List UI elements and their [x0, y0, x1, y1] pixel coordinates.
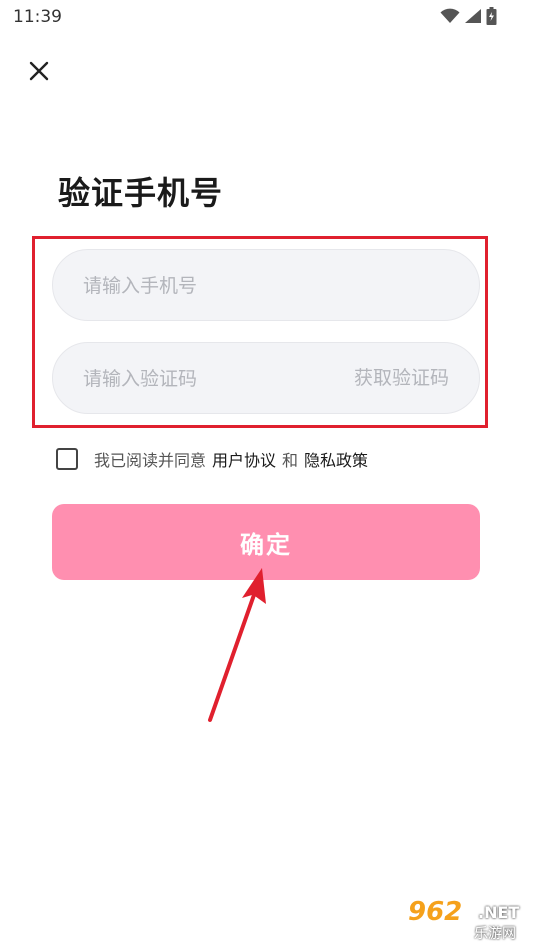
annotation-highlight-box	[32, 236, 488, 428]
annotation-arrow	[208, 568, 266, 722]
battery-icon	[486, 7, 497, 25]
status-icons	[440, 6, 497, 26]
status-time: 11:39	[13, 7, 62, 27]
agreement-row: 我已阅读并同意 用户协议 和 隐私政策	[56, 446, 374, 472]
page-title: 验证手机号	[58, 174, 224, 212]
agreement-prefix-text: 我已阅读并同意	[94, 451, 207, 470]
agreement-checkbox[interactable]	[56, 448, 78, 470]
privacy-policy-link[interactable]: 隐私政策	[304, 447, 368, 471]
signal-icon	[465, 9, 481, 23]
close-icon	[29, 61, 49, 81]
wifi-icon	[440, 8, 460, 23]
user-agreement-link[interactable]: 用户协议	[212, 447, 276, 471]
watermark-subtitle: 乐游网	[474, 926, 516, 942]
confirm-button[interactable]: 确定	[52, 504, 480, 580]
agreement-and-text: 和	[282, 451, 299, 470]
watermark-domain: .NET	[478, 903, 520, 922]
watermark-brand: 962	[408, 897, 463, 927]
status-bar: 11:39	[0, 0, 533, 34]
watermark-logo: 962 .NET 乐游网	[394, 897, 528, 943]
close-button[interactable]	[22, 54, 56, 88]
